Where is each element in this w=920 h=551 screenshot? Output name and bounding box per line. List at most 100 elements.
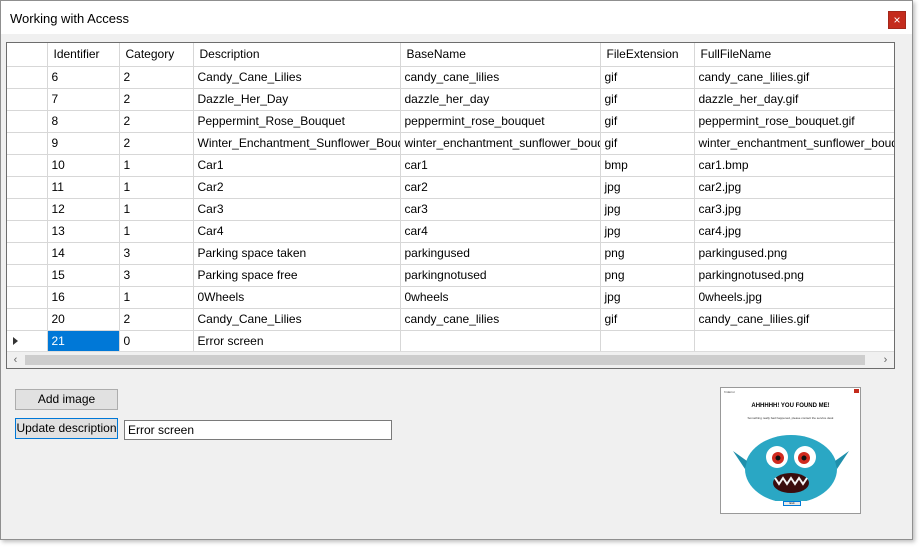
- horizontal-scrollbar[interactable]: ‹ ›: [7, 351, 894, 368]
- column-header-category[interactable]: Category: [119, 43, 194, 67]
- row-header[interactable]: [7, 198, 48, 221]
- cell-basename[interactable]: car4: [400, 220, 601, 243]
- table-row[interactable]: 11 1 Car2 car2 jpg car2.jpg: [7, 176, 894, 199]
- description-input[interactable]: [124, 420, 392, 440]
- cell-fullfilename[interactable]: car1.bmp: [694, 154, 894, 177]
- row-header[interactable]: [7, 286, 48, 309]
- cell-basename[interactable]: car1: [400, 154, 601, 177]
- cell-basename[interactable]: candy_cane_lilies: [400, 308, 601, 331]
- cell-identifier[interactable]: 20: [47, 308, 120, 331]
- cell-fileextension[interactable]: jpg: [600, 198, 695, 221]
- add-image-button[interactable]: Add image: [15, 389, 118, 410]
- cell-basename[interactable]: peppermint_rose_bouquet: [400, 110, 601, 133]
- chevron-left-icon[interactable]: ‹: [7, 352, 24, 368]
- cell-basename[interactable]: dazzle_her_day: [400, 88, 601, 111]
- cell-basename[interactable]: car2: [400, 176, 601, 199]
- cell-fullfilename[interactable]: car3.jpg: [694, 198, 894, 221]
- close-icon[interactable]: ×: [888, 11, 906, 29]
- column-header-description[interactable]: Description: [193, 43, 401, 67]
- cell-category[interactable]: 2: [119, 132, 194, 155]
- cell-category[interactable]: 3: [119, 242, 194, 265]
- cell-fileextension[interactable]: bmp: [600, 154, 695, 177]
- cell-category[interactable]: 1: [119, 286, 194, 309]
- cell-identifier[interactable]: 11: [47, 176, 120, 199]
- cell-basename[interactable]: car3: [400, 198, 601, 221]
- cell-fullfilename[interactable]: winter_enchantment_sunflower_bouquet.gif: [694, 132, 894, 155]
- table-row[interactable]: 21 0 Error screen: [7, 330, 894, 353]
- table-row[interactable]: 14 3 Parking space taken parkingused png park…: [7, 242, 894, 265]
- cell-description[interactable]: Candy_Cane_Lilies: [193, 308, 401, 331]
- cell-fullfilename[interactable]: candy_cane_lilies.gif: [694, 308, 894, 331]
- cell-fileextension[interactable]: gif: [600, 132, 695, 155]
- cell-fileextension[interactable]: png: [600, 242, 695, 265]
- row-header[interactable]: [7, 330, 48, 353]
- cell-fullfilename[interactable]: dazzle_her_day.gif: [694, 88, 894, 111]
- cell-identifier[interactable]: 6: [47, 66, 120, 89]
- cell-category[interactable]: 0: [119, 330, 194, 353]
- cell-fileextension[interactable]: jpg: [600, 220, 695, 243]
- table-row[interactable]: 16 1 0Wheels 0wheels jpg 0wheels.jpg: [7, 286, 894, 309]
- cell-fileextension[interactable]: jpg: [600, 286, 695, 309]
- row-header[interactable]: [7, 154, 48, 177]
- row-header[interactable]: [7, 176, 48, 199]
- table-row[interactable]: 7 2 Dazzle_Her_Day dazzle_her_day gif dazzle_…: [7, 88, 894, 111]
- table-row[interactable]: 8 2 Peppermint_Rose_Bouquet peppermint_rose…: [7, 110, 894, 133]
- cell-basename[interactable]: candy_cane_lilies: [400, 66, 601, 89]
- cell-fileextension[interactable]: gif: [600, 308, 695, 331]
- scrollbar-thumb[interactable]: [25, 355, 865, 365]
- cell-category[interactable]: 1: [119, 220, 194, 243]
- table-row[interactable]: 10 1 Car1 car1 bmp car1.bmp: [7, 154, 894, 177]
- cell-identifier[interactable]: 12: [47, 198, 120, 221]
- table-row[interactable]: 20 2 Candy_Cane_Lilies candy_cane_lilies gif…: [7, 308, 894, 331]
- cell-fileextension[interactable]: gif: [600, 66, 695, 89]
- cell-fullfilename[interactable]: parkingnotused.png: [694, 264, 894, 287]
- column-header-fileextension[interactable]: FileExtension: [600, 43, 695, 67]
- cell-fullfilename[interactable]: 0wheels.jpg: [694, 286, 894, 309]
- cell-category[interactable]: 3: [119, 264, 194, 287]
- cell-identifier[interactable]: 9: [47, 132, 120, 155]
- table-row[interactable]: 9 2 Winter_Enchantment_Sunflower_Bouquet wi…: [7, 132, 894, 155]
- cell-category[interactable]: 2: [119, 110, 194, 133]
- cell-identifier[interactable]: 16: [47, 286, 120, 309]
- cell-basename[interactable]: winter_enchantment_sunflower_bouquet: [400, 132, 601, 155]
- cell-fullfilename[interactable]: candy_cane_lilies.gif: [694, 66, 894, 89]
- column-header-identifier[interactable]: Identifier: [47, 43, 120, 67]
- cell-identifier[interactable]: 15: [47, 264, 120, 287]
- cell-description[interactable]: Parking space taken: [193, 242, 401, 265]
- row-header[interactable]: [7, 242, 48, 265]
- table-row[interactable]: 12 1 Car3 car3 jpg car3.jpg: [7, 198, 894, 221]
- cell-description[interactable]: Car4: [193, 220, 401, 243]
- cell-description[interactable]: Car3: [193, 198, 401, 221]
- table-row[interactable]: 6 2 Candy_Cane_Lilies candy_cane_lilies gif c…: [7, 66, 894, 89]
- cell-category[interactable]: 2: [119, 308, 194, 331]
- cell-identifier[interactable]: 13: [47, 220, 120, 243]
- cell-fileextension[interactable]: png: [600, 264, 695, 287]
- row-header[interactable]: [7, 66, 48, 89]
- cell-fullfilename[interactable]: peppermint_rose_bouquet.gif: [694, 110, 894, 133]
- row-header[interactable]: [7, 110, 48, 133]
- cell-fileextension[interactable]: gif: [600, 88, 695, 111]
- cell-fileextension[interactable]: [600, 330, 695, 353]
- cell-description[interactable]: 0Wheels: [193, 286, 401, 309]
- cell-fullfilename[interactable]: car4.jpg: [694, 220, 894, 243]
- cell-fullfilename[interactable]: parkingused.png: [694, 242, 894, 265]
- cell-identifier[interactable]: 8: [47, 110, 120, 133]
- cell-basename[interactable]: parkingused: [400, 242, 601, 265]
- cell-fileextension[interactable]: gif: [600, 110, 695, 133]
- cell-description[interactable]: Peppermint_Rose_Bouquet: [193, 110, 401, 133]
- row-header[interactable]: [7, 264, 48, 287]
- column-header-fullfilename[interactable]: FullFileName: [694, 43, 894, 67]
- cell-description[interactable]: Winter_Enchantment_Sunflower_Bouquet: [193, 132, 401, 155]
- cell-identifier[interactable]: 21: [47, 330, 120, 353]
- cell-basename[interactable]: 0wheels: [400, 286, 601, 309]
- data-grid[interactable]: Identifier Category Description BaseName Fil…: [6, 42, 895, 369]
- update-description-button[interactable]: Update description: [15, 418, 118, 439]
- row-header[interactable]: [7, 308, 48, 331]
- chevron-right-icon[interactable]: ›: [877, 352, 894, 368]
- cell-description[interactable]: Error screen: [193, 330, 401, 353]
- cell-description[interactable]: Candy_Cane_Lilies: [193, 66, 401, 89]
- row-header[interactable]: [7, 88, 48, 111]
- cell-fullfilename[interactable]: [694, 330, 894, 353]
- cell-identifier[interactable]: 10: [47, 154, 120, 177]
- table-row[interactable]: 15 3 Parking space free parkingnotused png pa…: [7, 264, 894, 287]
